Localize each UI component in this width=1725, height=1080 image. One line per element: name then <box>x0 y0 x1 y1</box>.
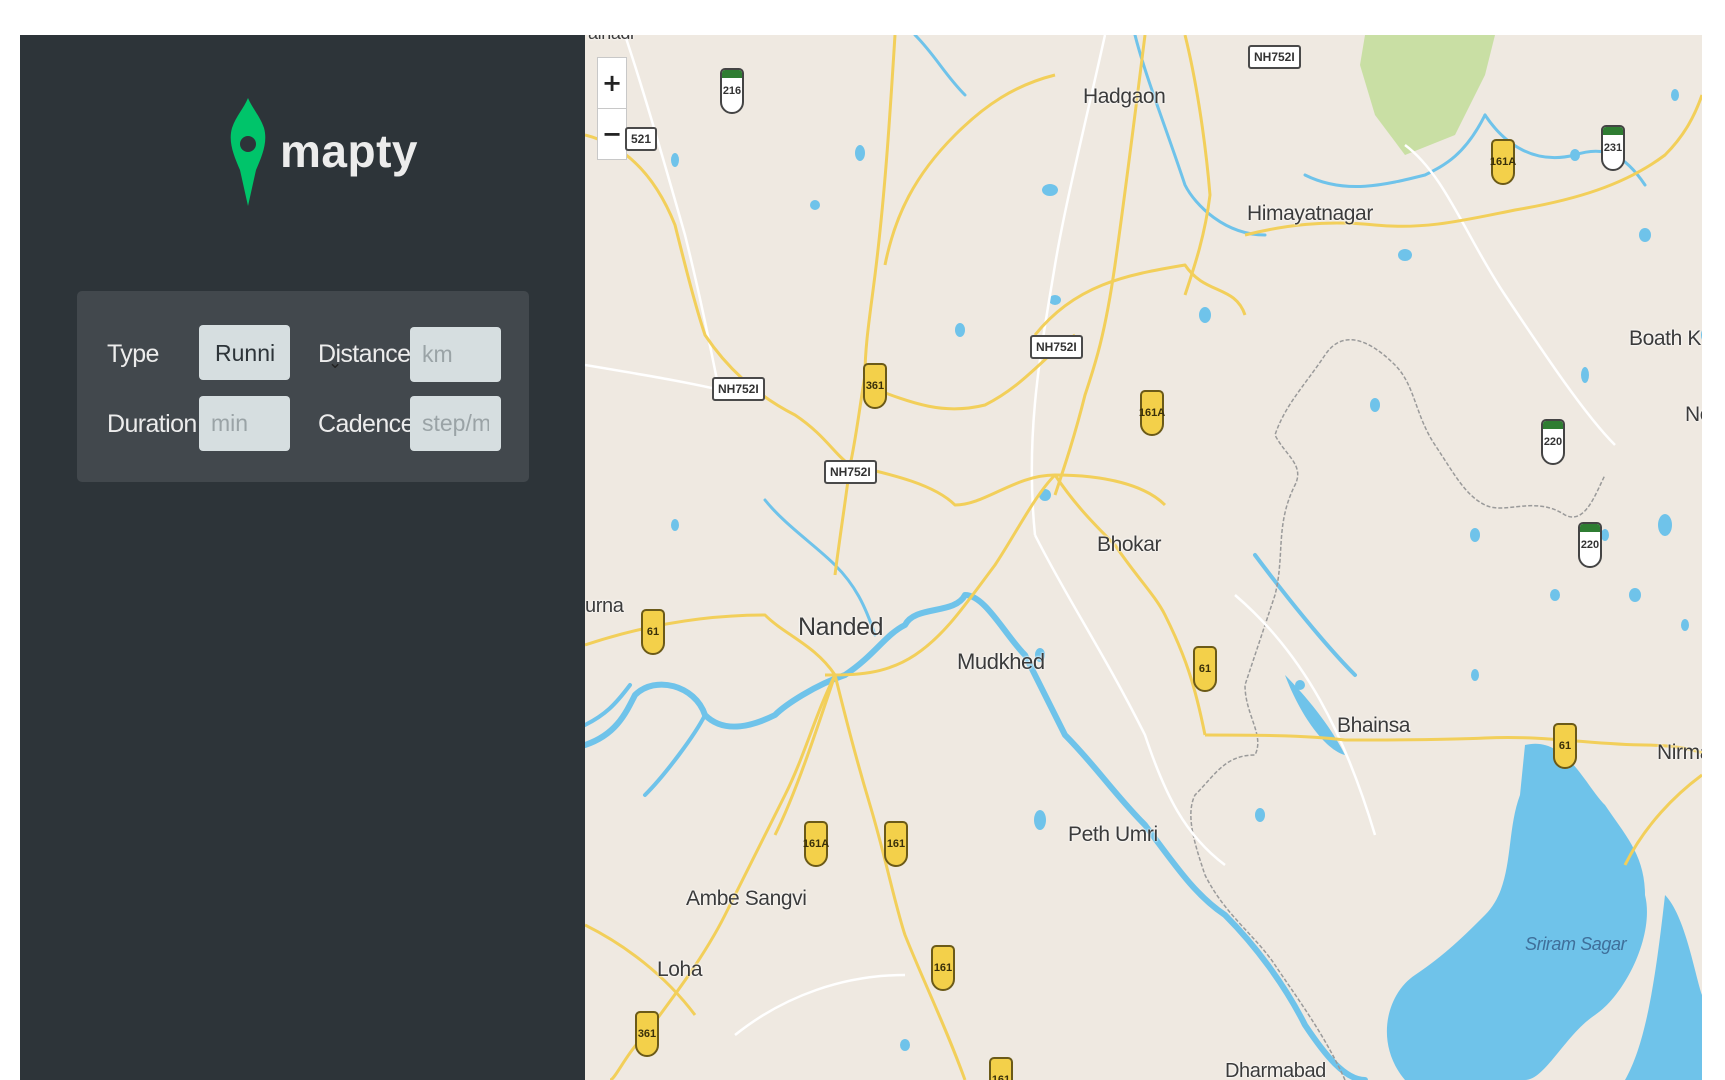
place-label: urna <box>585 595 624 617</box>
highway-shield: 161A <box>1139 390 1165 436</box>
place-label: Himayatnagar <box>1247 202 1373 225</box>
cadence-input[interactable] <box>410 396 501 451</box>
place-label: Nanded <box>798 613 884 641</box>
place-label: Nirma <box>1657 741 1702 764</box>
place-label: Dharmabad <box>1225 1060 1326 1080</box>
highway-marker: NH752I <box>1030 335 1083 359</box>
duration-input[interactable] <box>199 396 290 451</box>
duration-label: Duration <box>107 410 197 438</box>
place-label: Hadgaon <box>1083 85 1166 108</box>
highway-shield: 61 <box>1193 646 1217 692</box>
highway-shield: 161 <box>931 945 955 991</box>
zoom-out-button[interactable]: − <box>597 108 627 160</box>
highway-shield: 161A <box>803 821 829 867</box>
place-label: Ne <box>1685 403 1702 426</box>
place-label: Loha <box>657 958 703 981</box>
distance-input[interactable] <box>410 327 501 382</box>
highway-shield: 161 <box>884 821 908 867</box>
workout-form: Type Runni ⌄ Distance Duration Cadence <box>77 291 529 482</box>
map[interactable]: + − alnadi Hadgaon Himayatnagar Boath K … <box>585 35 1702 1080</box>
type-select[interactable]: Runni <box>199 325 290 380</box>
highway-shield: 231 <box>1601 125 1625 171</box>
place-label: alnadi <box>588 35 634 44</box>
park-area <box>1360 35 1495 155</box>
highway-shield: 61 <box>1553 723 1577 769</box>
logo-text: mapty <box>280 125 418 177</box>
sidebar: mapty Type Runni ⌄ Distance Duration Cad… <box>20 35 585 1080</box>
place-label: Bhainsa <box>1337 714 1411 737</box>
place-label: Peth Umri <box>1068 823 1158 846</box>
highway-marker: NH752I <box>1248 45 1301 69</box>
highway-shield: 161 <box>989 1057 1013 1080</box>
highway-shield: 216 <box>720 68 744 114</box>
distance-label: Distance <box>318 340 411 368</box>
highway-shield: 161A <box>1490 139 1516 185</box>
type-label: Type <box>107 340 159 368</box>
highway-marker: NH752I <box>712 377 765 401</box>
reservoir <box>1386 743 1647 1080</box>
highway-marker: 521 <box>625 127 658 151</box>
highway-shield: 220 <box>1578 522 1602 568</box>
highway-shield: 220 <box>1541 419 1565 465</box>
highway-shield: 361 <box>635 1011 659 1057</box>
highway-marker: NH752I <box>824 460 877 484</box>
place-label: Bhokar <box>1097 533 1162 556</box>
highway-shield: 61 <box>641 609 665 655</box>
place-label: Ambe Sangvi <box>686 887 807 910</box>
logo: mapty <box>230 97 418 211</box>
zoom-in-button[interactable]: + <box>597 57 627 109</box>
map-tiles <box>585 35 1702 1080</box>
location-pin-icon <box>230 97 266 211</box>
place-label: Mudkhed <box>957 649 1045 674</box>
highway-shield: 361 <box>863 363 887 409</box>
cadence-label: Cadence <box>318 410 414 438</box>
place-label: Boath K <box>1629 327 1701 350</box>
place-label: Sriram Sagar <box>1525 934 1627 954</box>
